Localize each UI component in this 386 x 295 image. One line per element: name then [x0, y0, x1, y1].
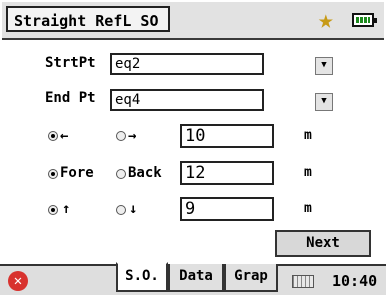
start-point-label: StrtPt [45, 55, 96, 71]
radio-back-label: Back [128, 165, 162, 181]
radio-down-label: ↓ [129, 201, 138, 217]
radio-fore-label: Fore [60, 165, 94, 181]
battery-icon [352, 13, 377, 27]
end-point-dropdown-icon[interactable]: ▼ [315, 93, 333, 111]
window-title: Straight RefL SO [6, 6, 170, 32]
end-point-input[interactable]: eq4 [110, 89, 264, 111]
offset-lr-input[interactable]: 10 [180, 124, 274, 148]
radio-back[interactable] [116, 169, 126, 179]
keyboard-icon[interactable] [292, 275, 314, 288]
stakeout-screen: Straight RefL SO ★ StrtPt eq2 ▼ End Pt e… [0, 0, 386, 295]
offset-fb-unit: m [304, 165, 312, 180]
offset-ud-unit: m [304, 201, 312, 216]
start-point-input[interactable]: eq2 [110, 53, 264, 75]
star-icon[interactable]: ★ [318, 6, 334, 34]
offset-ud-input[interactable]: 9 [180, 197, 274, 221]
radio-right-label: → [128, 128, 137, 144]
radio-left[interactable] [48, 131, 58, 141]
close-icon[interactable]: ✕ [8, 271, 28, 291]
offset-fb-input[interactable]: 12 [180, 161, 274, 185]
bottom-bar: ✕ S.O. Data Grap 10:40 [0, 262, 386, 295]
title-bar: Straight RefL SO ★ [2, 2, 384, 40]
tab-so[interactable]: S.O. [116, 262, 168, 292]
start-point-dropdown-icon[interactable]: ▼ [315, 57, 333, 75]
end-point-label: End Pt [45, 90, 96, 106]
tab-graph[interactable]: Grap [224, 264, 278, 292]
radio-up[interactable] [48, 205, 58, 215]
tab-data[interactable]: Data [168, 264, 224, 292]
radio-up-label: ↑ [62, 201, 71, 217]
radio-right[interactable] [116, 131, 126, 141]
next-button[interactable]: Next [275, 230, 371, 257]
radio-fore[interactable] [48, 169, 58, 179]
radio-down[interactable] [116, 205, 126, 215]
radio-left-label: ← [60, 128, 69, 144]
clock: 10:40 [332, 272, 378, 290]
offset-lr-unit: m [304, 128, 312, 143]
